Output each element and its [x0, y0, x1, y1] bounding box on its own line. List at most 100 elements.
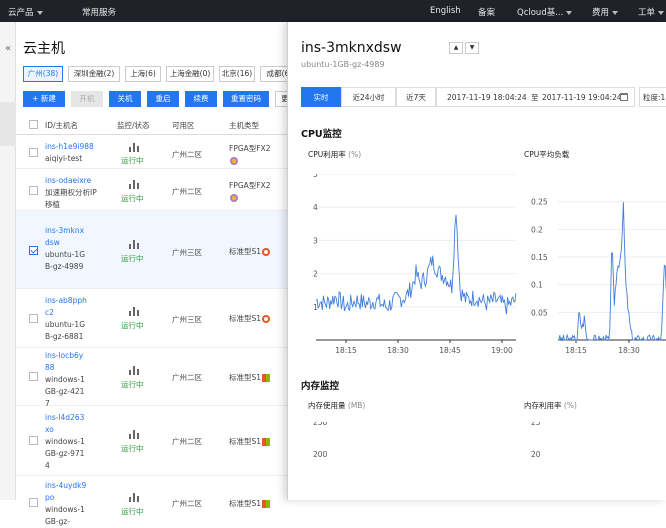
- instance-name: windows-1GB-gz-: [45, 505, 85, 526]
- tab-24h[interactable]: 近24小时: [341, 87, 396, 107]
- ubuntu-icon: [262, 315, 271, 323]
- status-badge: 运行中: [121, 194, 144, 203]
- chevron-down-icon: [566, 10, 573, 15]
- fees-menu[interactable]: 费用: [592, 6, 619, 18]
- instance-name: aiqiyi-test: [45, 154, 83, 163]
- row-checkbox[interactable]: [29, 314, 38, 323]
- instance-id-link[interactable]: ins-3mknxdsw: [45, 225, 87, 249]
- cpu-util-chart: 1234518:15 18:30 18:45 19:00: [313, 174, 517, 355]
- zone-cell: 广州三区: [172, 315, 202, 324]
- status-badge: 运行中: [121, 254, 144, 263]
- cpu-load-title: CPU平均负载: [524, 150, 570, 159]
- x-tick-label: 18:15: [565, 346, 587, 355]
- row-checkbox[interactable]: [29, 186, 38, 195]
- y-tick-label: 200: [313, 450, 328, 459]
- table-row[interactable]: ins-ab8pphc2 ubuntu-1GB-gz-6881 运行中 广州三区 …: [16, 289, 306, 348]
- region-tab-shanghai[interactable]: 上海(6): [125, 66, 161, 82]
- english-link[interactable]: English: [430, 6, 461, 16]
- type-cell: FPGA型FX2: [229, 144, 271, 153]
- account-menu[interactable]: Qcloud基...: [517, 6, 573, 18]
- table-row[interactable]: ins-3mknxdsw ubuntu-1GB-gz-4989 运行中 广州三区 …: [16, 211, 306, 289]
- type-cell: 标准型S1: [229, 314, 262, 323]
- monitor-chart-icon[interactable]: [128, 307, 140, 316]
- windows-icon: [262, 500, 271, 508]
- cpu-util-title: CPU利用率 (%): [308, 150, 362, 159]
- ubuntu-icon: [262, 248, 271, 256]
- series-line: [315, 214, 517, 315]
- top-navigation-bar: 云产品 常用服务 English 备案 Qcloud基... 费用 工单: [0, 0, 666, 22]
- instance-id-link[interactable]: ins-ab8pphc2: [45, 295, 87, 319]
- collapse-sidebar-button[interactable]: «: [0, 38, 16, 60]
- products-menu[interactable]: 云产品: [8, 6, 43, 18]
- cpu-section-title: CPU监控: [301, 129, 342, 140]
- type-cell: FPGA型FX2: [229, 181, 271, 190]
- row-checkbox[interactable]: [29, 372, 38, 381]
- time-range-bar: 实时 近24小时 近7天 2017-11-19 18:04:24 至 2017-…: [301, 87, 666, 107]
- instance-name: windows-1GB-gz-4217: [45, 375, 85, 408]
- monitor-chart-icon[interactable]: [128, 366, 140, 375]
- instance-id-link[interactable]: ins-h1e9i988: [45, 141, 101, 153]
- services-menu[interactable]: 常用服务: [82, 6, 116, 18]
- region-tab-guangzhou[interactable]: 广州(38): [23, 66, 63, 82]
- restart-button[interactable]: 重启: [147, 91, 179, 107]
- y-tick-label: 250: [313, 422, 328, 427]
- new-instance-button[interactable]: + 新建: [23, 91, 65, 107]
- type-cell: 标准型S1: [229, 247, 262, 256]
- select-all-checkbox[interactable]: [29, 120, 38, 129]
- zone-cell: 广州三区: [172, 248, 202, 257]
- region-tab-beijing[interactable]: 北京(16): [219, 66, 255, 82]
- zone-cell: 广州二区: [172, 187, 202, 196]
- status-badge: 运行中: [121, 507, 144, 516]
- table-header: ID/主机名 监控/状态 可用区 主机类型: [16, 115, 306, 135]
- row-checkbox[interactable]: [29, 498, 38, 507]
- y-tick-label: 0.15: [531, 253, 548, 262]
- reset-password-button[interactable]: 重置密码: [223, 91, 269, 107]
- monitor-chart-icon[interactable]: [128, 180, 140, 189]
- sidebar-active-item[interactable]: [0, 102, 16, 146]
- y-tick-label: 0.1: [531, 281, 543, 290]
- series-line: [558, 202, 666, 342]
- renew-button[interactable]: 续费: [185, 91, 217, 107]
- status-badge: 运行中: [121, 156, 144, 165]
- panel-title: ins-3mknxdsw: [301, 40, 402, 56]
- granularity-select[interactable]: 粒度:1: [639, 87, 666, 107]
- monitor-chart-icon[interactable]: [128, 493, 140, 502]
- status-badge: 运行中: [121, 444, 144, 453]
- region-tab-shenzhen-finance[interactable]: 深圳金融(2): [68, 66, 120, 82]
- table-row[interactable]: ins-locb6y88 windows-1GB-gz-4217 运行中 广州二区…: [16, 348, 306, 408]
- zone-cell: 广州二区: [172, 373, 202, 382]
- region-tab-shanghai-finance[interactable]: 上海金融(0): [166, 66, 214, 82]
- instance-id-link[interactable]: ins-4uydk9po: [45, 480, 87, 504]
- os-icon: [230, 157, 238, 165]
- tickets-menu[interactable]: 工单: [638, 6, 665, 18]
- table-row[interactable]: ins-4uydk9po windows-1GB-gz- 运行中 广州二区 标准型…: [16, 476, 306, 526]
- table-row[interactable]: ins-l4d263xo windows-1GB-gz-9714 运行中 广州二区…: [16, 406, 306, 476]
- beian-link[interactable]: 备案: [478, 6, 495, 18]
- next-instance-button[interactable]: ▼: [465, 42, 479, 54]
- row-checkbox[interactable]: [29, 436, 38, 445]
- tab-7d[interactable]: 近7天: [396, 87, 436, 107]
- x-tick-label: 18:45: [439, 346, 461, 355]
- previous-instance-button[interactable]: ▲: [449, 42, 463, 54]
- date-range-picker[interactable]: 2017-11-19 18:04:24 至 2017-11-19 19:04:2…: [436, 87, 635, 107]
- row-checkbox[interactable]: [29, 148, 38, 157]
- tab-realtime[interactable]: 实时: [301, 87, 341, 107]
- instance-id-link[interactable]: ins-l4d263xo: [45, 412, 87, 436]
- type-cell: 标准型S1: [229, 373, 262, 382]
- y-tick-label: 25: [531, 422, 541, 427]
- mem-util-title: 内存利用率 (%): [524, 401, 577, 410]
- start-button[interactable]: 开机: [71, 91, 103, 107]
- monitor-chart-icon[interactable]: [128, 240, 140, 249]
- shutdown-button[interactable]: 关机: [109, 91, 141, 107]
- instance-id-link[interactable]: ins-locb6y88: [45, 350, 87, 374]
- table-row[interactable]: ins-odaeixre 加速期权分析IP移植 运行中 广州二区 FPGA型FX2: [16, 169, 306, 211]
- monitor-chart-icon[interactable]: [128, 143, 140, 152]
- monitor-chart-icon[interactable]: [128, 430, 140, 439]
- header-id: ID/主机名: [45, 121, 79, 130]
- instance-id-link[interactable]: ins-odaeixre: [45, 175, 101, 187]
- instance-name: 加速期权分析IP移植: [45, 188, 97, 209]
- row-checkbox[interactable]: [29, 246, 38, 255]
- table-row[interactable]: ins-h1e9i988 aiqiyi-test 运行中 广州二区 FPGA型FX…: [16, 135, 306, 169]
- status-badge: 运行中: [121, 321, 144, 330]
- mem-used-title: 内存使用量 (MB): [308, 401, 366, 410]
